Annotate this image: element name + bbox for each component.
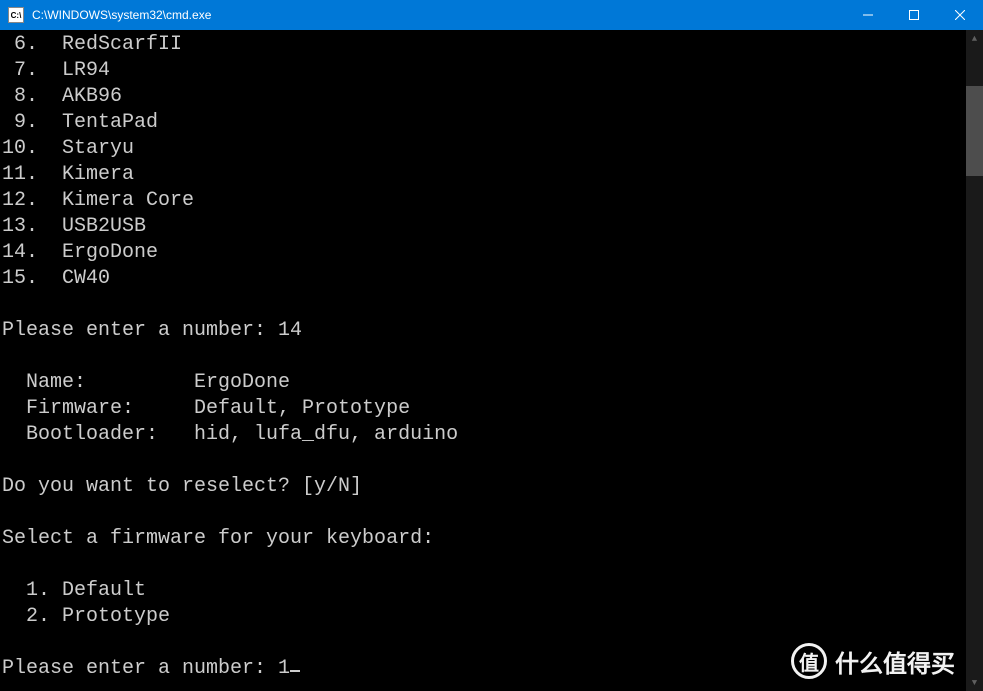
- watermark-badge-icon: 值: [791, 643, 827, 679]
- close-button[interactable]: [937, 0, 983, 30]
- list-item: 15. CW40: [2, 267, 110, 290]
- list-item: 1. Default: [2, 579, 146, 602]
- info-line: Firmware: Default, Prototype: [2, 397, 410, 420]
- info-line: Name: ErgoDone: [2, 371, 290, 394]
- list-item: 12. Kimera Core: [2, 189, 194, 212]
- user-input: 1: [278, 657, 290, 680]
- maximize-button[interactable]: [891, 0, 937, 30]
- prompt-line: Please enter a number: 14: [2, 319, 302, 342]
- list-item: 14. ErgoDone: [2, 241, 158, 264]
- terminal-output[interactable]: 6. RedScarfII 7. LR94 8. AKB96 9. TentaP…: [0, 30, 966, 691]
- list-item: 11. Kimera: [2, 163, 134, 186]
- cursor-icon: [290, 670, 300, 672]
- window-title: C:\WINDOWS\system32\cmd.exe: [30, 8, 845, 22]
- list-item: 9. TentaPad: [2, 111, 158, 134]
- watermark: 值 什么值得买: [791, 643, 955, 679]
- list-item: 13. USB2USB: [2, 215, 146, 238]
- window-controls: [845, 0, 983, 30]
- cmd-icon: C:\: [8, 7, 24, 23]
- reselect-prompt: Do you want to reselect? [y/N]: [2, 475, 362, 498]
- select-firmware-prompt: Select a firmware for your keyboard:: [2, 527, 434, 550]
- scrollbar[interactable]: ▲ ▼: [966, 30, 983, 691]
- list-item: 7. LR94: [2, 59, 110, 82]
- list-item: 10. Staryu: [2, 137, 134, 160]
- watermark-text: 什么值得买: [835, 644, 955, 679]
- scroll-down-icon[interactable]: ▼: [966, 674, 983, 691]
- user-input: 14: [278, 319, 302, 342]
- list-item: 8. AKB96: [2, 85, 122, 108]
- info-line: Bootloader: hid, lufa_dfu, arduino: [2, 423, 458, 446]
- minimize-button[interactable]: [845, 0, 891, 30]
- scroll-thumb[interactable]: [966, 86, 983, 176]
- prompt-line: Please enter a number: 1: [2, 657, 300, 680]
- list-item: 2. Prototype: [2, 605, 170, 628]
- list-item: 6. RedScarfII: [2, 33, 182, 56]
- window-titlebar: C:\ C:\WINDOWS\system32\cmd.exe: [0, 0, 983, 30]
- scroll-up-icon[interactable]: ▲: [966, 30, 983, 47]
